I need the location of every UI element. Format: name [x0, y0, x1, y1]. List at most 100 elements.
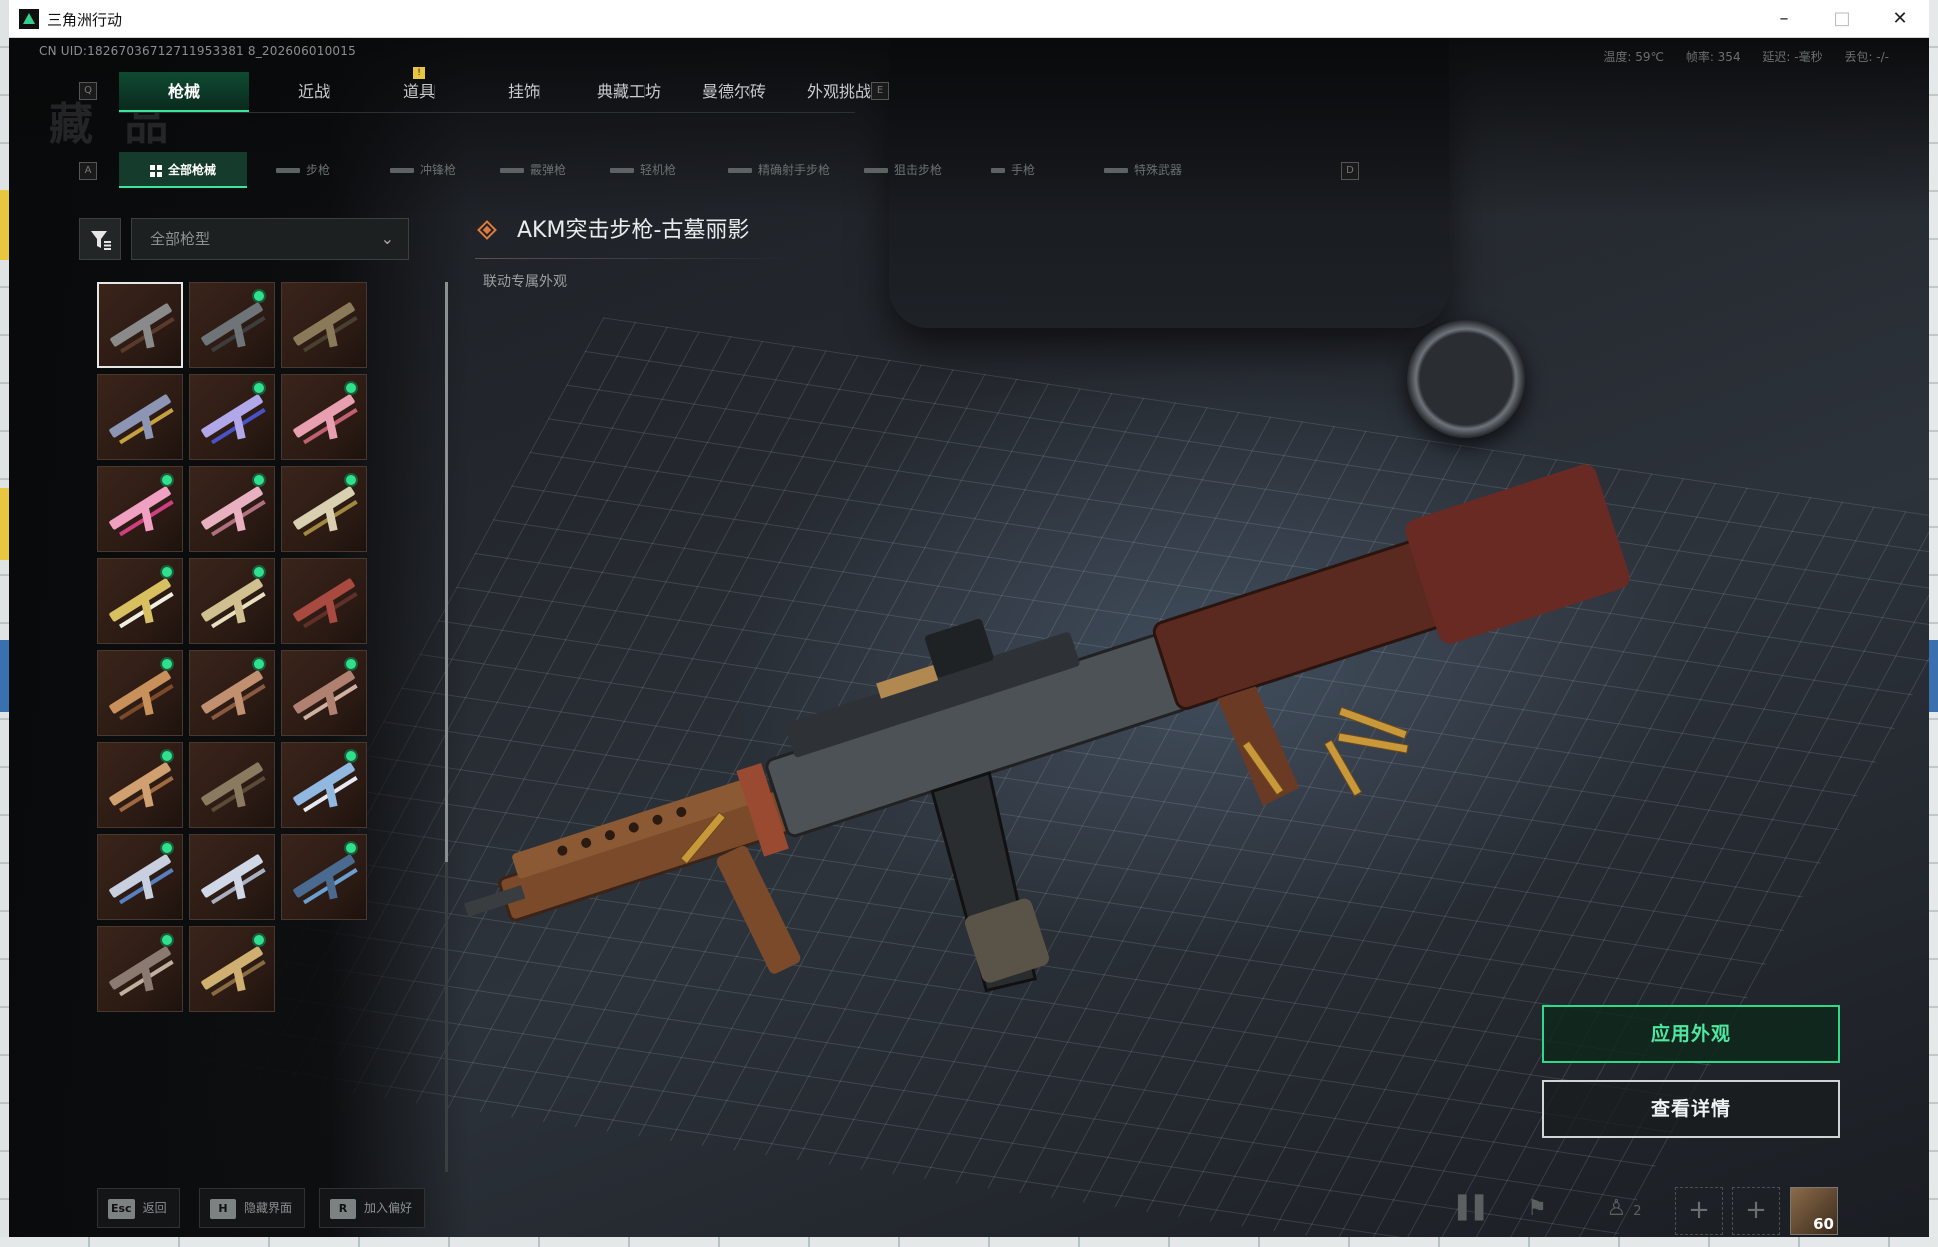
new-indicator-dot: [160, 473, 174, 487]
weapon-skin-thumbnail: [292, 485, 356, 531]
view-details-button[interactable]: 查看详情: [1542, 1080, 1840, 1138]
skin-tile[interactable]: [189, 558, 275, 644]
weapon-skin-thumbnail: [200, 393, 264, 439]
weapon-skin-thumbnail: [108, 853, 172, 899]
add-favorite-hint[interactable]: R 加入偏好: [319, 1188, 426, 1228]
skin-tile[interactable]: [189, 742, 275, 828]
dropdown-value: 全部枪型: [150, 230, 211, 248]
skin-tile[interactable]: [97, 466, 183, 552]
subtab-sniper[interactable]: 狙击步枪: [839, 152, 967, 188]
rifle-icon: [275, 168, 300, 173]
smg-icon: [389, 168, 414, 173]
subtab-smg[interactable]: 冲锋枪: [359, 152, 487, 188]
skin-tile[interactable]: [189, 926, 275, 1012]
skin-tile[interactable]: [97, 558, 183, 644]
skin-tile[interactable]: [97, 926, 183, 1012]
maximize-button[interactable]: □: [1813, 0, 1871, 38]
temperature-readout: 温度: 59℃: [1603, 50, 1664, 64]
weapon-skin-thumbnail: [200, 945, 264, 991]
add-party-slot-1[interactable]: +: [1675, 1187, 1723, 1235]
weapon-type-dropdown[interactable]: 全部枪型 ⌄: [131, 218, 409, 260]
weapon-skin-thumbnail: [292, 853, 356, 899]
hide-ui-hint[interactable]: H 隐藏界面: [199, 1188, 306, 1228]
skin-tile[interactable]: [281, 282, 367, 368]
skin-tile[interactable]: [189, 650, 275, 736]
new-indicator-dot: [252, 933, 266, 947]
weapon-skin-thumbnail: [109, 302, 173, 348]
skin-tile[interactable]: [189, 834, 275, 920]
stats-chart-icon[interactable]: ▌▌: [1451, 1185, 1499, 1233]
player-avatar[interactable]: 60: [1790, 1187, 1838, 1235]
minimize-button[interactable]: –: [1755, 0, 1813, 38]
background-bottom-strip: [0, 1237, 1938, 1247]
filter-button[interactable]: [79, 218, 121, 260]
person-icon: ♙: [1606, 1196, 1627, 1221]
weapon-skin-thumbnail: [200, 853, 264, 899]
skin-tile[interactable]: [281, 466, 367, 552]
new-indicator-dot: [160, 749, 174, 763]
prev-type-key[interactable]: A: [79, 162, 97, 180]
item-name: AKM突击步枪-古墓丽影: [517, 218, 750, 243]
skin-grid-scrollbar[interactable]: [445, 282, 448, 1172]
scrollbar-thumb[interactable]: [445, 282, 448, 862]
weapon-skin-thumbnail: [200, 485, 264, 531]
weapon-skin-thumbnail: [292, 577, 356, 623]
grid-icon: [149, 164, 162, 177]
r-key: R: [330, 1198, 356, 1219]
prev-category-key[interactable]: Q: [79, 82, 97, 100]
subtab-dmr[interactable]: 精确射手步枪: [704, 152, 854, 188]
weapon-preview-model[interactable]: [439, 358, 1929, 1058]
weapon-skin-thumbnail: [292, 669, 356, 715]
flag-icon[interactable]: ⚑: [1513, 1185, 1561, 1233]
party-members[interactable]: ♙ 2: [1589, 1185, 1659, 1233]
skin-tile[interactable]: [281, 742, 367, 828]
tab-firearms[interactable]: 枪械: [119, 72, 249, 112]
new-indicator-dot: [252, 289, 266, 303]
next-type-key[interactable]: D: [1341, 162, 1359, 180]
user-uid: CN UID:18267036712711953381 8_2026060100…: [39, 44, 356, 58]
weapon-skin-thumbnail: [108, 393, 172, 439]
background-right-strip: [1929, 0, 1938, 1247]
skin-tile[interactable]: [97, 282, 183, 368]
player-level: 60: [1813, 1215, 1834, 1233]
weapon-skin-thumbnail: [200, 761, 264, 807]
subtab-rifle[interactable]: 步枪: [239, 152, 367, 188]
title-bar[interactable]: 三角洲行动 – □ ✕: [9, 0, 1929, 38]
back-hint[interactable]: Esc 返回: [97, 1188, 180, 1228]
perf-status: 温度: 59℃ 帧率: 354 延迟: -毫秒 丢包: -/-: [1585, 48, 1889, 65]
game-window: 三角洲行动 – □ ✕ 藏 品 CN UID:18267036712711953…: [9, 0, 1929, 1237]
esc-key: Esc: [108, 1198, 135, 1219]
close-button[interactable]: ✕: [1871, 0, 1929, 38]
skin-tile[interactable]: [281, 650, 367, 736]
skin-tile[interactable]: [281, 374, 367, 460]
skin-tile[interactable]: [189, 282, 275, 368]
skin-tile[interactable]: [97, 650, 183, 736]
new-indicator-dot: [344, 381, 358, 395]
skin-tile[interactable]: [189, 466, 275, 552]
skin-tile[interactable]: [97, 742, 183, 828]
skin-tile[interactable]: [281, 834, 367, 920]
apply-skin-button[interactable]: 应用外观: [1542, 1005, 1840, 1063]
pistol-icon: [990, 168, 1005, 173]
subtab-lmg[interactable]: 轻机枪: [579, 152, 707, 188]
new-indicator-dot: [344, 473, 358, 487]
subtab-all-firearms[interactable]: 全部枪械: [119, 152, 247, 188]
top-shade: [9, 38, 1929, 218]
latency-readout: 延迟: -毫秒: [1762, 50, 1823, 64]
skin-tile[interactable]: [97, 834, 183, 920]
new-indicator-dot: [344, 749, 358, 763]
weapon-skin-thumbnail: [108, 761, 172, 807]
subtab-pistol[interactable]: 手枪: [949, 152, 1077, 188]
add-party-slot-2[interactable]: +: [1732, 1187, 1780, 1235]
subtab-special[interactable]: 特殊武器: [1079, 152, 1207, 188]
weapon-skin-thumbnail: [292, 761, 356, 807]
skin-tile[interactable]: [189, 374, 275, 460]
chevron-down-icon: ⌄: [380, 229, 394, 248]
subtab-shotgun[interactable]: 霰弹枪: [469, 152, 597, 188]
item-tag: 联动专属外观: [483, 274, 567, 290]
new-indicator-dot: [160, 657, 174, 671]
skin-tile[interactable]: [281, 558, 367, 644]
skin-tile[interactable]: [97, 374, 183, 460]
divider: [475, 258, 799, 259]
next-category-key[interactable]: E: [871, 82, 889, 100]
